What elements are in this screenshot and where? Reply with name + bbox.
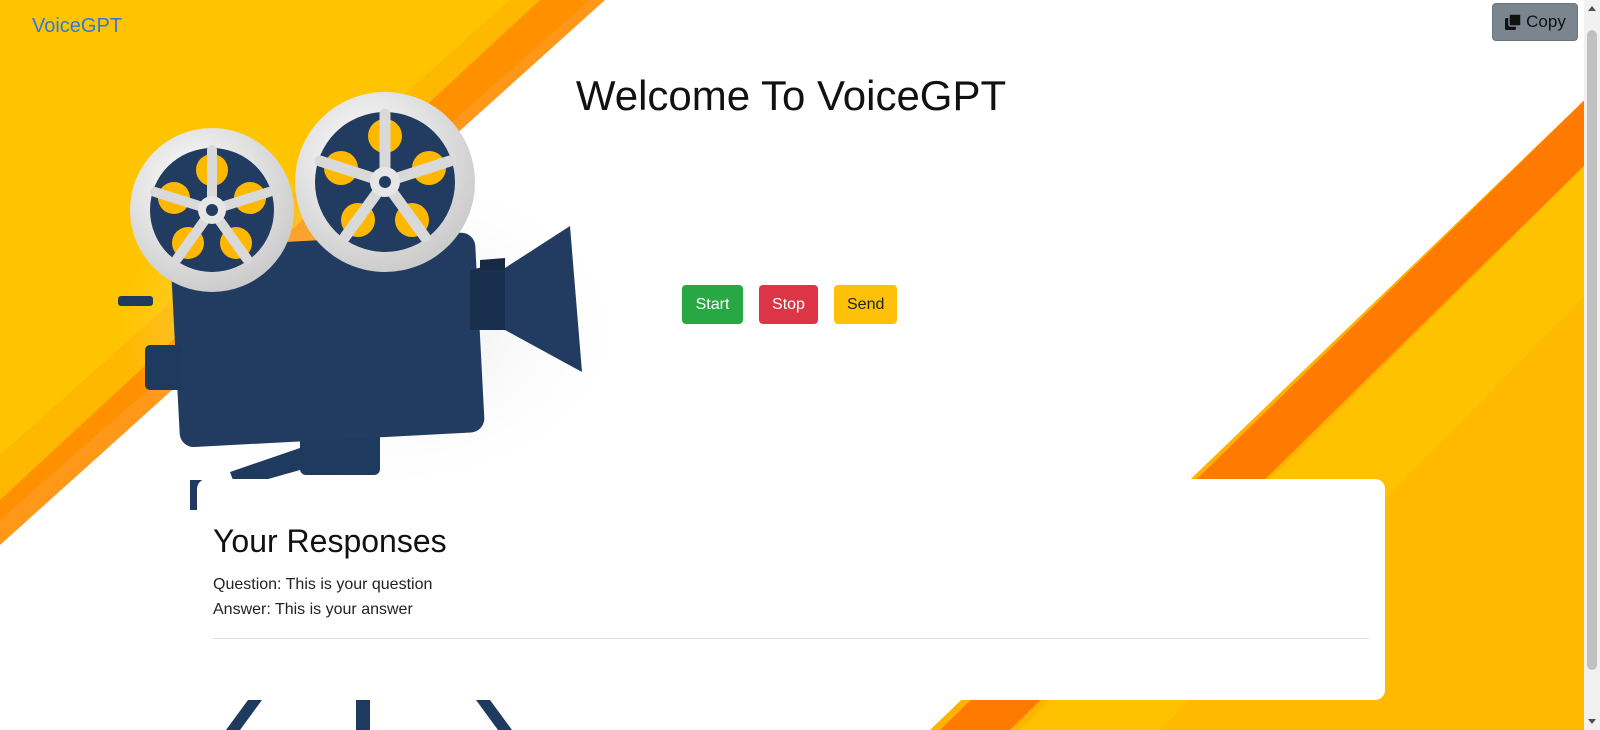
brand-link[interactable]: VoiceGPT [32, 15, 122, 38]
response-answer: Answer: This is your answer [213, 601, 413, 618]
stop-button[interactable]: Stop [759, 285, 818, 324]
divider [213, 638, 1369, 639]
scroll-up-arrow[interactable] [1588, 6, 1596, 11]
send-button[interactable]: Send [834, 285, 897, 324]
copy-button[interactable]: Copy [1492, 3, 1578, 41]
copy-label: Copy [1526, 12, 1566, 31]
page-scrollbar[interactable] [1584, 0, 1600, 730]
copy-icon [1504, 13, 1522, 31]
start-button[interactable]: Start [682, 285, 743, 324]
scroll-down-arrow[interactable] [1588, 719, 1596, 724]
action-buttons: Start Stop Send [682, 285, 897, 324]
page-title: Welcome To VoiceGPT [575, 72, 1007, 119]
response-question: Question: This is your question [213, 576, 433, 593]
responses-card: Your Responses Question: This is your qu… [197, 479, 1385, 700]
responses-heading: Your Responses [213, 523, 447, 559]
scroll-thumb[interactable] [1587, 30, 1597, 670]
